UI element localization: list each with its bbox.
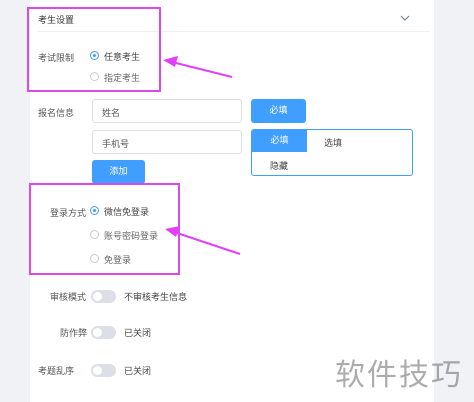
arrow-icon-exam-limit xyxy=(163,56,233,78)
annotation-arrows xyxy=(163,56,241,255)
watermark-text: 软件技巧 xyxy=(335,358,463,393)
arrow-icon-login-method xyxy=(165,226,241,255)
